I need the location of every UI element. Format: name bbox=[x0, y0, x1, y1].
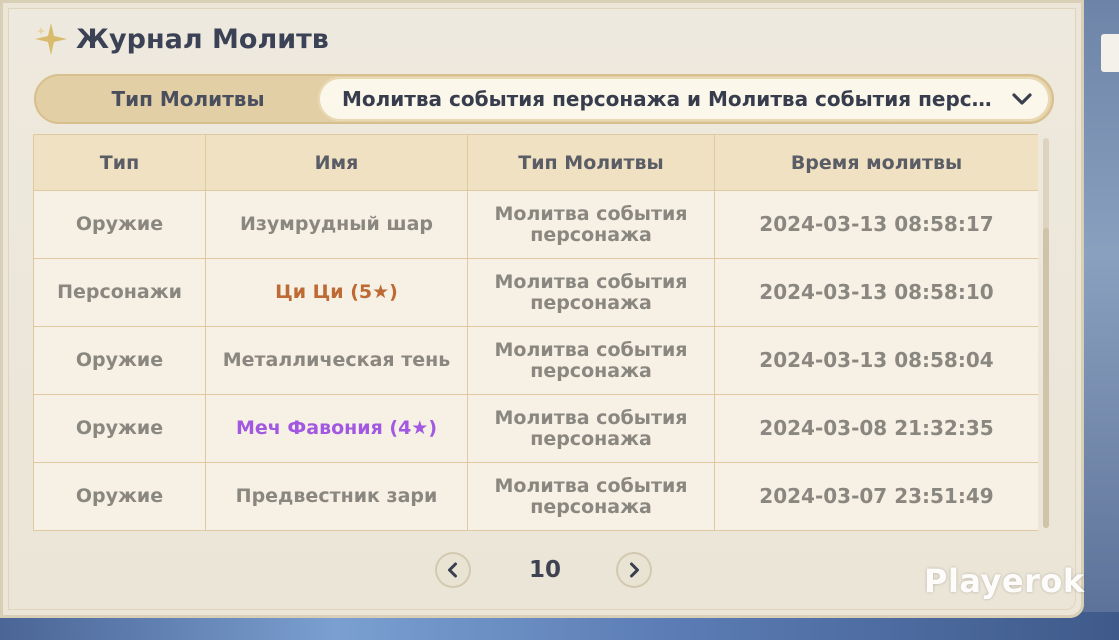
cell-type: Оружие bbox=[33, 462, 206, 531]
cell-type: Оружие bbox=[33, 326, 206, 395]
sparkle-star-icon bbox=[34, 22, 68, 56]
cell-name: Предвестник зари bbox=[205, 462, 468, 531]
wish-history-table: Тип Имя Тип Молитвы Время молитвы Оружие… bbox=[33, 134, 1038, 532]
table-row: Оружие Металлическая тень Молитва событи… bbox=[33, 326, 1038, 395]
column-header-name: Имя bbox=[205, 134, 468, 191]
column-header-time: Время молитвы bbox=[714, 134, 1038, 191]
cell-time: 2024-03-13 08:58:10 bbox=[714, 258, 1038, 327]
cell-wish-type: Молитва события персонажа bbox=[467, 190, 715, 259]
cell-name-4-star: Меч Фавония (4★) bbox=[205, 394, 468, 463]
cell-wish-type: Молитва события персонажа bbox=[467, 258, 715, 327]
table-row: Оружие Меч Фавония (4★) Молитва события … bbox=[33, 394, 1038, 463]
table-row: Оружие Предвестник зари Молитва события … bbox=[33, 462, 1038, 531]
dropdown-selected-value: Молитва события персонажа и Молитва собы… bbox=[342, 87, 992, 111]
cell-type: Оружие bbox=[33, 190, 206, 259]
filter-label: Тип Молитвы bbox=[111, 87, 265, 111]
wish-type-filter: Тип Молитвы Молитва события персонажа и … bbox=[34, 74, 1054, 124]
prev-page-button[interactable] bbox=[435, 552, 471, 588]
watermark-logo: Playerok bbox=[924, 562, 1085, 600]
cell-type: Оружие bbox=[33, 394, 206, 463]
cell-time: 2024-03-07 23:51:49 bbox=[714, 462, 1038, 531]
scrollbar-thumb[interactable] bbox=[1043, 228, 1049, 528]
chevron-right-icon bbox=[630, 562, 639, 578]
cell-name-5-star: Ци Ци (5★) bbox=[205, 258, 468, 327]
column-header-type: Тип bbox=[33, 134, 206, 191]
cell-type: Персонажи bbox=[33, 258, 206, 327]
table-row: Персонажи Ци Ци (5★) Молитва события пер… bbox=[33, 258, 1038, 327]
wish-history-panel: Журнал Молитв Тип Молитвы Молитва событи… bbox=[0, 0, 1084, 618]
chevron-left-icon bbox=[448, 562, 457, 578]
cell-name: Металлическая тень bbox=[205, 326, 468, 395]
chevron-down-icon bbox=[1012, 93, 1032, 105]
cell-wish-type: Молитва события персонажа bbox=[467, 394, 715, 463]
wish-type-dropdown[interactable]: Молитва события персонажа и Молитва собы… bbox=[318, 77, 1050, 121]
cell-name: Изумрудный шар bbox=[205, 190, 468, 259]
table-scrollbar[interactable] bbox=[1043, 138, 1049, 528]
pagination: 10 bbox=[0, 548, 1084, 594]
cell-wish-type: Молитва события персонажа bbox=[467, 326, 715, 395]
table-row: Оружие Изумрудный шар Молитва события пе… bbox=[33, 190, 1038, 259]
cell-time: 2024-03-08 21:32:35 bbox=[714, 394, 1038, 463]
cell-time: 2024-03-13 08:58:04 bbox=[714, 326, 1038, 395]
next-page-button[interactable] bbox=[616, 552, 652, 588]
table-header-row: Тип Имя Тип Молитвы Время молитвы bbox=[33, 134, 1038, 191]
page-title: Журнал Молитв bbox=[76, 24, 329, 55]
cell-time: 2024-03-13 08:58:17 bbox=[714, 190, 1038, 259]
side-tab bbox=[1101, 34, 1119, 72]
page-number: 10 bbox=[528, 557, 561, 583]
cell-wish-type: Молитва события персонажа bbox=[467, 462, 715, 531]
column-header-wish-type: Тип Молитвы bbox=[467, 134, 715, 191]
